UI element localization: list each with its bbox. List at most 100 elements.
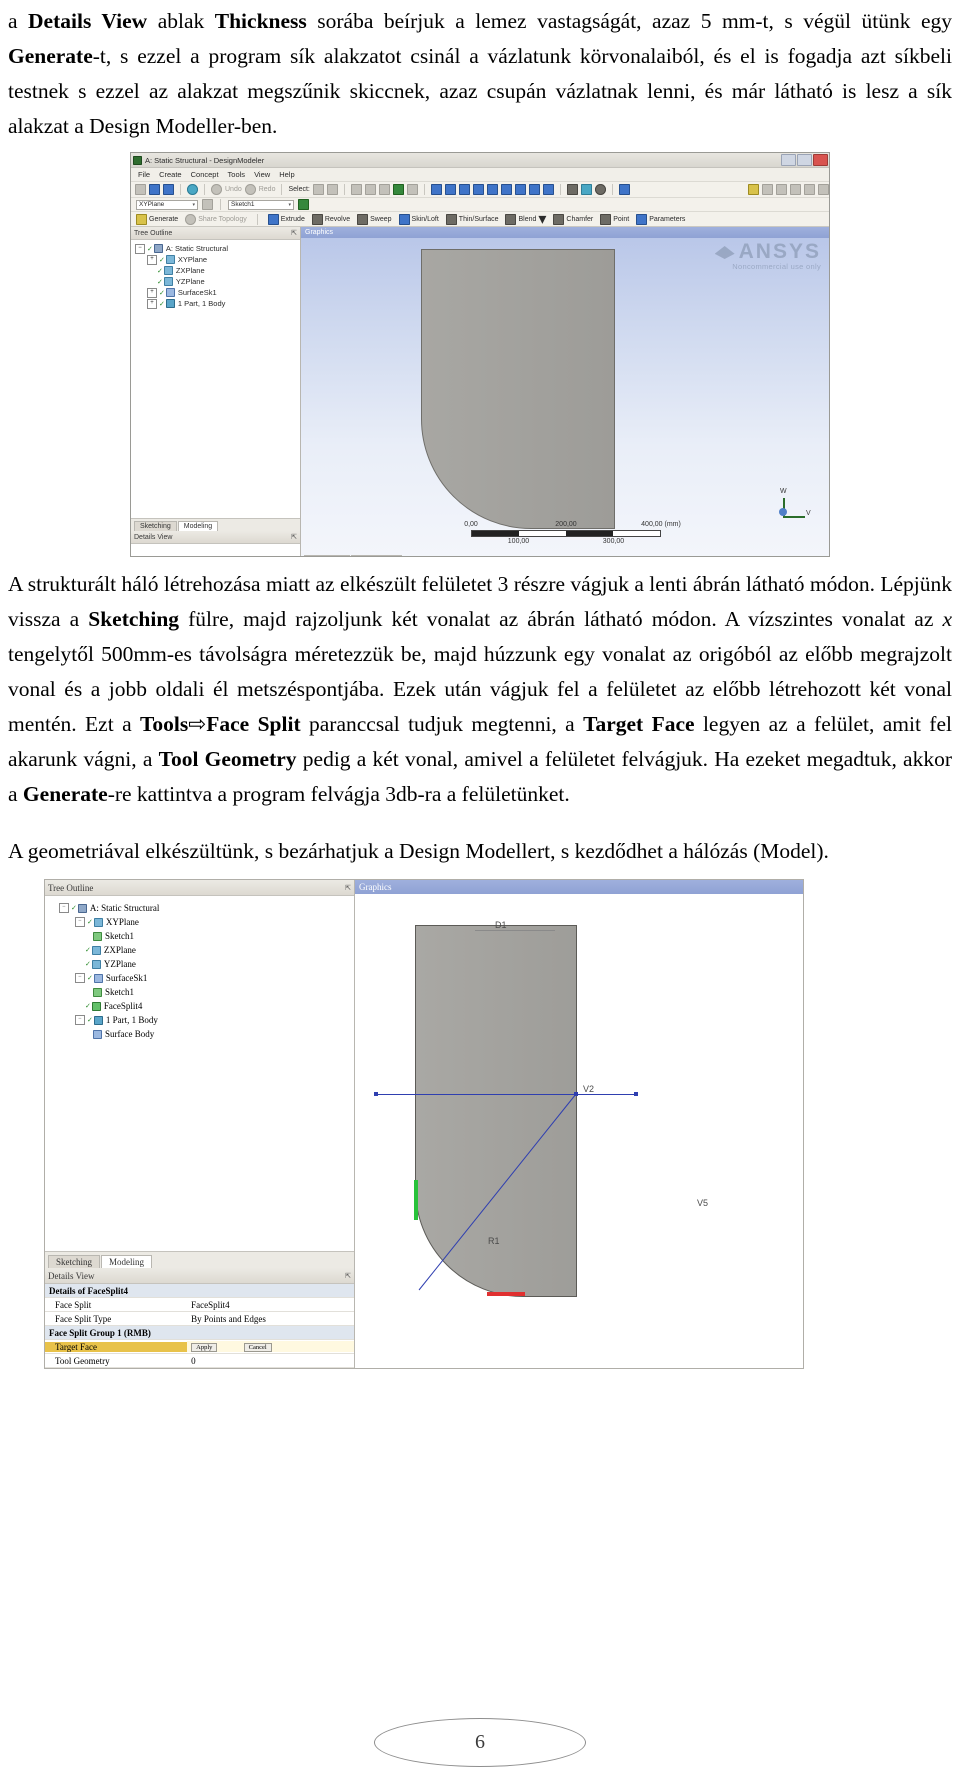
- tree-node[interactable]: ✓ ZXPlane: [49, 943, 354, 957]
- expander-icon[interactable]: −: [75, 973, 85, 983]
- details-value[interactable]: 0: [187, 1356, 354, 1366]
- cross-section-icon[interactable]: [776, 184, 787, 195]
- select-body-icon[interactable]: [392, 184, 404, 195]
- pan-icon[interactable]: [444, 184, 456, 195]
- tree-node[interactable]: Surface Body: [49, 1027, 354, 1041]
- pin-icon[interactable]: ⇱: [291, 533, 297, 541]
- tree-node[interactable]: − ✓ XYPlane: [49, 915, 354, 929]
- select-extend-icon[interactable]: [406, 184, 418, 195]
- details-row-target-face[interactable]: Target Face Apply Cancel: [45, 1340, 354, 1354]
- menu-item-view[interactable]: View: [254, 170, 270, 179]
- designmodeler-window-1[interactable]: A: Static Structural - DesignModeler Fil…: [130, 152, 830, 557]
- tree-outline-2[interactable]: − ✓ A: Static Structural − ✓ XYPlane Ske…: [45, 896, 354, 1251]
- new-plane-icon[interactable]: [202, 199, 213, 210]
- main-toolbar-1[interactable]: Undo Redo Select:: [131, 182, 829, 198]
- tree-outline-1[interactable]: − ✓ A: Static Structural + ✓ XYPlane ✓ Z…: [131, 240, 300, 518]
- sweep-button[interactable]: Sweep: [357, 213, 392, 225]
- tab-print-preview[interactable]: Print Preview: [351, 555, 403, 556]
- look-at-icon[interactable]: [566, 184, 578, 195]
- dimension-icon[interactable]: [790, 184, 801, 195]
- display-points-icon[interactable]: [594, 184, 606, 195]
- details-value[interactable]: FaceSplit4: [187, 1300, 354, 1310]
- tree-node[interactable]: ✓ YZPlane: [49, 957, 354, 971]
- tree-node[interactable]: ✓ ZXPlane: [135, 265, 300, 276]
- select-single-icon[interactable]: [312, 184, 324, 195]
- menu-item-create[interactable]: Create: [159, 170, 182, 179]
- tree-node[interactable]: + ✓ XYPlane: [135, 254, 300, 265]
- split-line-horizontal[interactable]: [375, 1094, 637, 1095]
- display-vertices-icon[interactable]: [818, 184, 829, 195]
- sketch-selector[interactable]: Sketch1 ▾: [228, 199, 294, 210]
- expander-icon[interactable]: −: [75, 1015, 85, 1025]
- plane-sketch-toolbar-1[interactable]: XYPlane ▾ Sketch1 ▾: [131, 198, 829, 212]
- menu-item-help[interactable]: Help: [279, 170, 294, 179]
- tab-model-view[interactable]: Model View: [304, 555, 351, 556]
- tree-node[interactable]: ✓ YZPlane: [135, 276, 300, 287]
- zoom-out-icon[interactable]: [486, 184, 498, 195]
- new-sketch-icon[interactable]: [298, 199, 309, 210]
- details-value-target-face[interactable]: Apply Cancel: [187, 1341, 354, 1352]
- menu-item-file[interactable]: File: [138, 170, 150, 179]
- plane-selector[interactable]: XYPlane ▾: [136, 199, 198, 210]
- next-view-icon[interactable]: [542, 184, 554, 195]
- expander-icon[interactable]: +: [147, 254, 157, 265]
- details-row[interactable]: Face Split FaceSplit4: [45, 1298, 354, 1312]
- display-edges-icon[interactable]: [804, 184, 815, 195]
- tree-node[interactable]: + ✓ 1 Part, 1 Body: [135, 298, 300, 309]
- minimize-button[interactable]: [781, 154, 796, 166]
- box-zoom-icon[interactable]: [500, 184, 512, 195]
- feature-toolbar-1[interactable]: Generate Share Topology Extrude Revolve …: [131, 211, 829, 228]
- zoom-in-icon[interactable]: [472, 184, 484, 195]
- extrude-button[interactable]: Extrude: [267, 213, 305, 225]
- camera-icon[interactable]: [187, 184, 198, 195]
- details-value[interactable]: By Points and Edges: [187, 1314, 354, 1324]
- select-face-icon[interactable]: [378, 184, 390, 195]
- tree-node[interactable]: − ✓ A: Static Structural: [49, 901, 354, 915]
- chamfer-button[interactable]: Chamfer: [553, 213, 593, 225]
- expander-icon[interactable]: −: [59, 903, 69, 913]
- mode-tabs-2[interactable]: Sketching Modeling: [45, 1251, 354, 1268]
- skin-loft-button[interactable]: Skin/Loft: [398, 213, 439, 225]
- revolve-button[interactable]: Revolve: [311, 213, 350, 225]
- restore-view-icon[interactable]: [618, 184, 630, 195]
- graphics-viewport-1[interactable]: Graphics ANSYS Noncommercial use only 0,…: [301, 227, 829, 556]
- thin-surface-button[interactable]: Thin/Surface: [445, 213, 498, 225]
- apply-button[interactable]: Apply: [191, 1343, 218, 1352]
- expander-icon[interactable]: −: [135, 243, 145, 254]
- menu-bar-1[interactable]: File Create Concept Tools View Help: [131, 168, 829, 182]
- magnifier-icon[interactable]: [528, 184, 540, 195]
- cancel-button[interactable]: Cancel: [243, 1343, 272, 1352]
- tab-sketching[interactable]: Sketching: [134, 521, 177, 531]
- tree-node[interactable]: Sketch1: [49, 929, 354, 943]
- view-tabs-1[interactable]: Model View Print Preview: [301, 555, 403, 556]
- details-view-table[interactable]: Details of FaceSplit4 Face Split FaceSpl…: [45, 1284, 354, 1368]
- tree-node[interactable]: ✓ FaceSplit4: [49, 999, 354, 1013]
- pin-icon[interactable]: ⇱: [345, 884, 351, 892]
- graphics-viewport-2[interactable]: Graphics D1 V2 V5 R1: [355, 880, 803, 1368]
- details-row[interactable]: Face Split Type By Points and Edges: [45, 1312, 354, 1326]
- tree-node[interactable]: − ✓ 1 Part, 1 Body: [49, 1013, 354, 1027]
- new-icon[interactable]: [135, 184, 146, 195]
- generate-button[interactable]: Generate: [136, 213, 178, 225]
- window-controls[interactable]: [781, 154, 828, 166]
- tree-node[interactable]: + ✓ SurfaceSk1: [135, 287, 300, 298]
- tab-modeling[interactable]: Modeling: [177, 521, 219, 531]
- save-icon[interactable]: [149, 184, 160, 195]
- expander-icon[interactable]: −: [75, 917, 85, 927]
- pin-icon[interactable]: ⇱: [345, 1272, 351, 1280]
- point-button[interactable]: Point: [600, 213, 629, 225]
- select-vertex-icon[interactable]: [350, 184, 362, 195]
- tree-node[interactable]: − ✓ SurfaceSk1: [49, 971, 354, 985]
- rotate-icon[interactable]: [430, 184, 442, 195]
- plate-geometry-1[interactable]: [421, 249, 615, 529]
- display-plane-icon[interactable]: [580, 184, 592, 195]
- details-row[interactable]: Tool Geometry 0: [45, 1354, 354, 1368]
- tab-sketching-2[interactable]: Sketching: [48, 1255, 100, 1268]
- edge-joints-icon[interactable]: [762, 184, 773, 195]
- mode-tabs-1[interactable]: Sketching Modeling: [131, 518, 300, 531]
- menu-item-concept[interactable]: Concept: [191, 170, 219, 179]
- maximize-button[interactable]: [797, 154, 812, 166]
- pin-icon[interactable]: ⇱: [291, 229, 297, 237]
- tree-node[interactable]: Sketch1: [49, 985, 354, 999]
- save-as-icon[interactable]: [163, 184, 174, 195]
